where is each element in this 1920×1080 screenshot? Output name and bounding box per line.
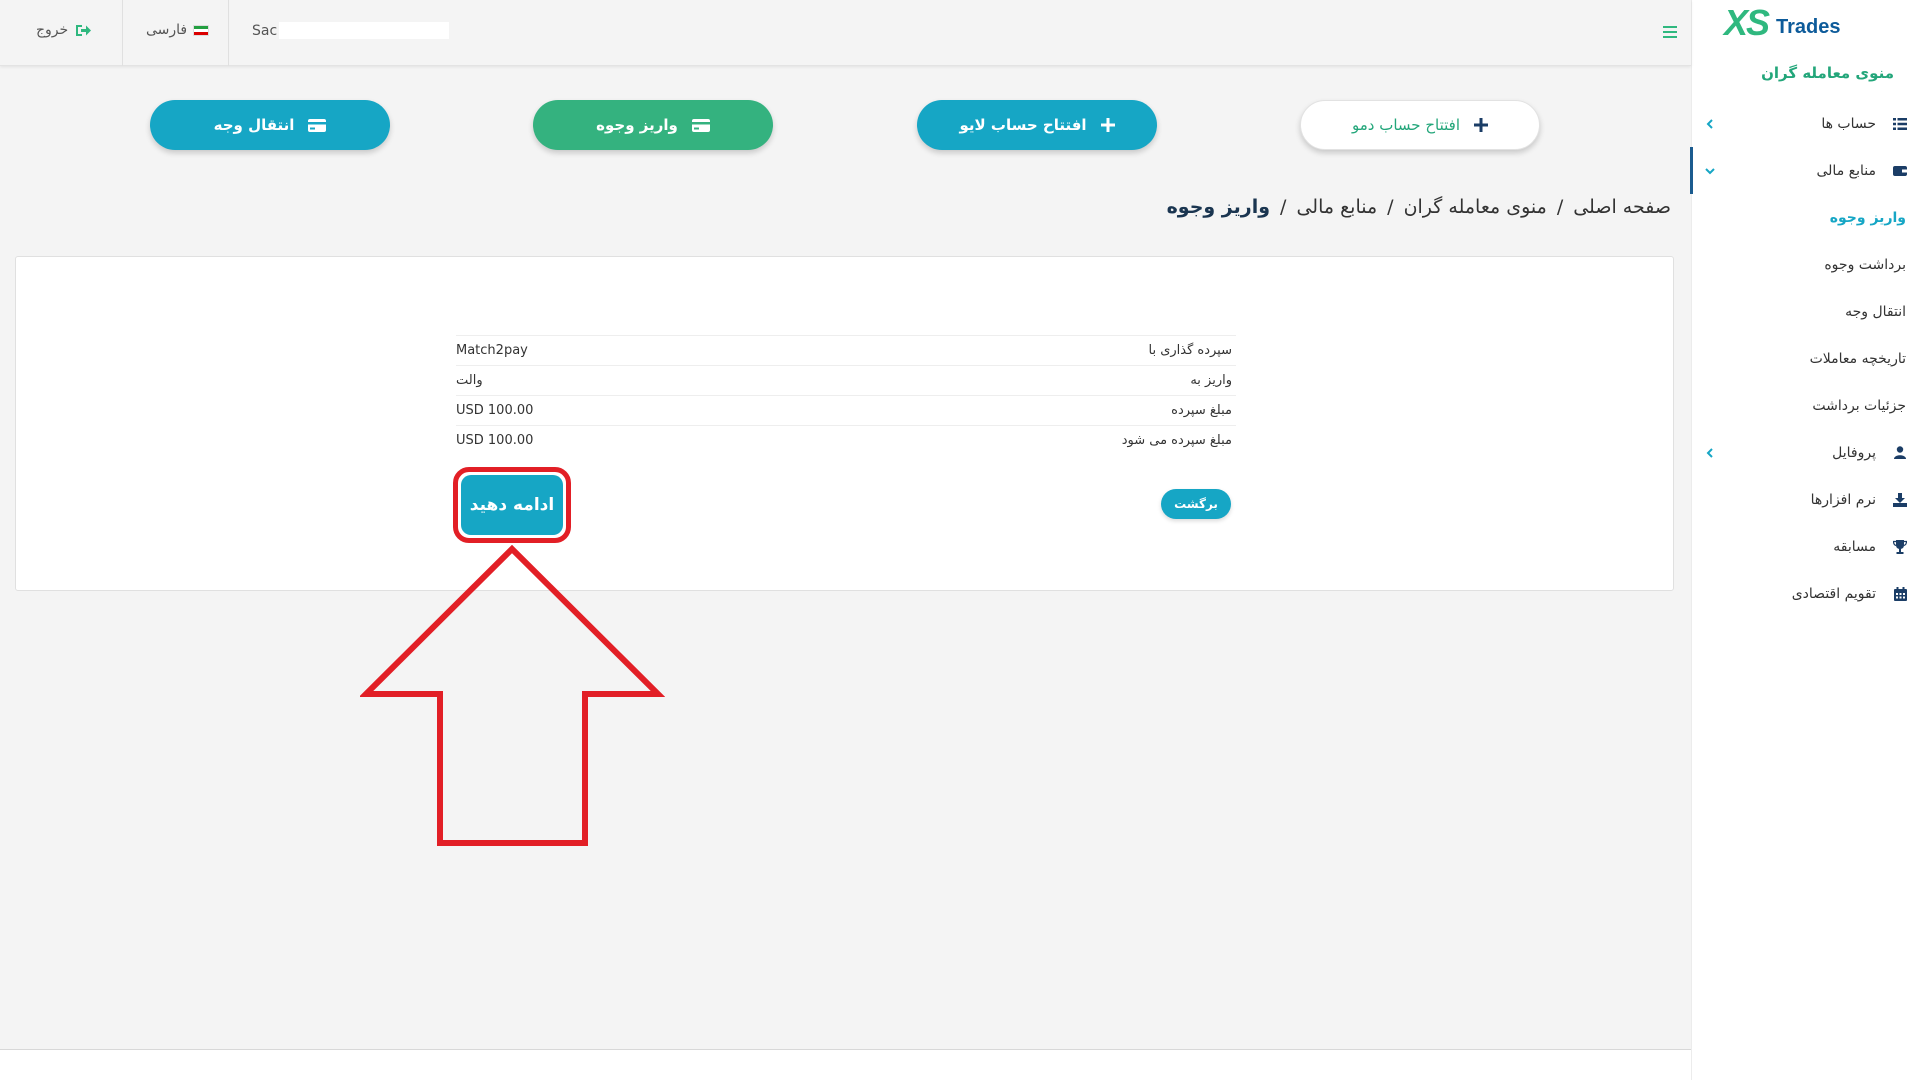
table-row: مبلغ سپرده USD 100.00: [456, 395, 1236, 425]
sidebar-item-label: نرم افزارها: [1810, 491, 1876, 508]
transfer-button[interactable]: انتقال وجه: [150, 100, 390, 150]
chevron-left-icon: [1706, 448, 1713, 458]
wallet-icon: [1892, 163, 1908, 179]
sidebar-item-competition[interactable]: مسابقه: [1691, 523, 1920, 570]
logo-trades: Trades: [1776, 16, 1841, 38]
plus-icon: [1474, 118, 1488, 132]
row-label: مبلغ سپرده می شود: [1121, 433, 1232, 448]
deposit-label: واریز وجوه: [596, 116, 678, 134]
logout-label: خروج: [36, 22, 69, 38]
plus-icon: [1100, 118, 1115, 132]
chevron-down-icon: [1705, 168, 1715, 175]
breadcrumb-traders-menu[interactable]: منوی معامله گران: [1404, 196, 1547, 218]
chevron-left-icon: [1706, 119, 1713, 129]
row-value: Match2pay: [456, 343, 528, 358]
user-name[interactable]: Sac: [252, 22, 450, 39]
open-live-account-label: افتتاح حساب لایو: [959, 116, 1087, 134]
trophy-icon: [1892, 539, 1908, 555]
row-value: USD 100.00: [456, 403, 534, 418]
action-buttons: افتتاح حساب دمو افتتاح حساب لایو واریز و…: [0, 100, 1691, 150]
continue-highlight-box: ادامه دهید: [453, 467, 571, 543]
credit-card-icon: [308, 118, 327, 132]
breadcrumb-home[interactable]: صفحه اصلی: [1573, 196, 1671, 218]
sidebar-item-label: برداشت وجوه: [1824, 256, 1906, 273]
xstrades-logo[interactable]: XS Trades: [1724, 2, 1864, 44]
sidebar-item-economic-calendar[interactable]: تقویم اقتصادی: [1691, 570, 1920, 617]
sign-out-icon: [76, 24, 92, 36]
breadcrumb-finance[interactable]: منابع مالی: [1296, 196, 1377, 218]
deposit-summary-card: سپرده گذاری با Match2pay واریز به والت م…: [15, 256, 1674, 591]
logo-xs: XS: [1724, 2, 1770, 43]
breadcrumb-separator: /: [1280, 196, 1287, 218]
sidebar-item-label: مسابقه: [1833, 538, 1876, 555]
sidebar-item-accounts[interactable]: حساب ها: [1691, 100, 1920, 147]
sidebar-item-deposit[interactable]: واریز وجوه: [1691, 194, 1920, 241]
row-label: واریز به: [1190, 373, 1232, 388]
open-demo-account-label: افتتاح حساب دمو: [1352, 116, 1460, 134]
sidebar-item-profile[interactable]: پروفایل: [1691, 429, 1920, 476]
top-bar: Sac فارسی خروج: [0, 0, 1691, 66]
sidebar-item-label: حساب ها: [1821, 115, 1876, 132]
sidebar-item-software[interactable]: نرم افزارها: [1691, 476, 1920, 523]
sidebar-item-label: پروفایل: [1832, 444, 1876, 461]
open-live-account-button[interactable]: افتتاح حساب لایو: [917, 100, 1157, 150]
credit-card-icon: [691, 118, 710, 132]
annotation-arrow-up: [360, 545, 665, 846]
sidebar-title: منوی معامله گران: [1761, 64, 1894, 82]
iran-flag-icon: [193, 24, 210, 36]
sidebar-item-label: منابع مالی: [1816, 162, 1877, 179]
sidebar-item-label: تاریخچه معاملات: [1809, 350, 1906, 367]
open-demo-account-button[interactable]: افتتاح حساب دمو: [1300, 100, 1540, 150]
sidebar-menu: حساب ها منابع مالی واریز وجوه برداشت وجو…: [1690, 100, 1920, 617]
hamburger-menu-icon[interactable]: [1663, 26, 1677, 38]
breadcrumb: صفحه اصلی / منوی معامله گران / منابع مال…: [1167, 196, 1671, 218]
sidebar-item-trade-history[interactable]: تاریخچه معاملات: [1691, 335, 1920, 382]
language-label: فارسی: [146, 22, 188, 38]
table-row: سپرده گذاری با Match2pay: [456, 335, 1236, 365]
sidebar-item-withdraw[interactable]: برداشت وجوه: [1691, 241, 1920, 288]
row-value: USD 100.00: [456, 433, 534, 448]
table-row: واریز به والت: [456, 365, 1236, 395]
breadcrumb-separator: /: [1387, 196, 1394, 218]
redacted-username: [279, 22, 450, 39]
table-row: مبلغ سپرده می شود USD 100.00: [456, 425, 1236, 455]
calendar-icon: [1892, 586, 1908, 602]
footer-area: [0, 1050, 1691, 1080]
divider: [122, 0, 123, 66]
sidebar-item-transfer[interactable]: انتقال وجه: [1691, 288, 1920, 335]
download-icon: [1892, 492, 1908, 508]
row-label: مبلغ سپرده: [1171, 403, 1232, 418]
sidebar: XS Trades منوی معامله گران حساب ها منابع…: [1690, 0, 1920, 1080]
list-icon: [1892, 116, 1908, 132]
user-name-prefix: Sac: [252, 22, 278, 39]
row-label: سپرده گذاری با: [1148, 343, 1232, 358]
language-selector[interactable]: فارسی: [146, 22, 210, 38]
sidebar-item-label: جزئیات برداشت: [1812, 397, 1906, 414]
breadcrumb-current: واریز وجوه: [1166, 196, 1271, 218]
sidebar-item-withdraw-details[interactable]: جزئیات برداشت: [1691, 382, 1920, 429]
logout-button[interactable]: خروج: [36, 22, 92, 38]
user-icon: [1892, 445, 1908, 461]
sidebar-item-label: واریز وجوه: [1829, 209, 1906, 226]
row-value: والت: [456, 373, 483, 388]
transfer-label: انتقال وجه: [213, 116, 295, 134]
back-button[interactable]: برگشت: [1161, 489, 1231, 519]
continue-button[interactable]: ادامه دهید: [461, 475, 563, 535]
sidebar-item-label: انتقال وجه: [1845, 303, 1906, 320]
divider: [228, 0, 229, 66]
deposit-button[interactable]: واریز وجوه: [533, 100, 773, 150]
sidebar-item-finance[interactable]: منابع مالی: [1690, 147, 1920, 194]
deposit-summary-table: سپرده گذاری با Match2pay واریز به والت م…: [456, 335, 1236, 455]
breadcrumb-separator: /: [1556, 196, 1564, 218]
sidebar-item-label: تقویم اقتصادی: [1791, 585, 1876, 602]
